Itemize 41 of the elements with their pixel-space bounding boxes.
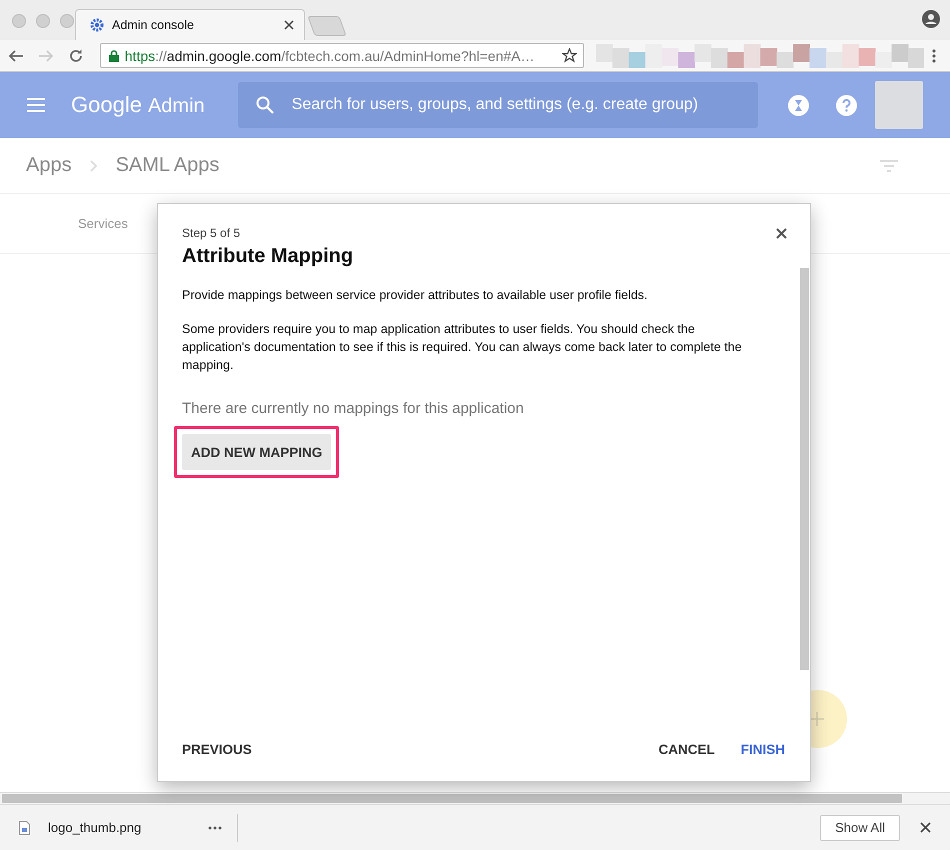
- description-text: Some providers require you to map application attributes to user fields. You should check the application's documentation to see if this is required. You can always come back later to complete the mapping.: [182, 321, 743, 374]
- chevron-icon: [90, 160, 98, 172]
- address-bar[interactable]: https://admin.google.com/fcbtech.com.au/AdminHome?hl=en#A…: [100, 43, 584, 68]
- window-zoom-button[interactable]: [60, 14, 74, 28]
- empty-state-message: There are currently no mappings for this application: [182, 400, 525, 418]
- close-icon[interactable]: [920, 822, 931, 833]
- reload-icon[interactable]: [68, 48, 84, 64]
- window-minimize-button[interactable]: [36, 14, 50, 28]
- filter-icon[interactable]: [880, 160, 898, 172]
- lock-icon: [108, 50, 119, 62]
- dialog-title: Attribute Mapping: [182, 245, 354, 268]
- hourglass-icon[interactable]: [788, 94, 809, 116]
- search-input[interactable]: Search for users, groups, and settings (e.g. create group): [290, 95, 758, 115]
- file-icon: [19, 820, 30, 834]
- more-icon[interactable]: [208, 826, 222, 830]
- show-all-button[interactable]: Show All: [820, 814, 900, 840]
- back-icon[interactable]: [8, 48, 24, 64]
- add-new-mapping-button[interactable]: ADD NEW MAPPING: [182, 434, 332, 470]
- scrollbar-thumb[interactable]: [2, 794, 902, 803]
- window-close-button[interactable]: [12, 14, 26, 28]
- star-icon[interactable]: [562, 48, 577, 63]
- help-icon[interactable]: [836, 94, 857, 116]
- extension-icons-drawing[interactable]: [596, 44, 924, 68]
- close-icon[interactable]: [776, 228, 787, 239]
- search-icon: [256, 96, 274, 114]
- step-indicator: Step 5 of 5: [182, 226, 240, 240]
- more-icon[interactable]: [932, 48, 936, 62]
- browser-tab[interactable]: Admin console: [75, 9, 305, 40]
- dialog-action-button[interactable]: FINISH: [740, 742, 785, 757]
- dialog-action-button[interactable]: PREVIOUS: [182, 742, 252, 757]
- scrollbar-thumb[interactable]: [800, 268, 809, 670]
- search-field[interactable]: Search for users, groups, and settings (e.g. create group): [238, 82, 758, 128]
- description-text: Provide mappings between service provider attributes to available user profile fields.: [182, 287, 649, 304]
- menu-icon[interactable]: [27, 98, 45, 112]
- download-filename[interactable]: logo_thumb.png: [48, 820, 208, 835]
- dialog-action-button[interactable]: CANCEL: [658, 742, 715, 757]
- profile-icon[interactable]: [922, 10, 940, 28]
- forward-icon[interactable]: [38, 48, 54, 64]
- close-icon[interactable]: [284, 20, 294, 30]
- gear-icon: [90, 18, 104, 32]
- new-tab-button[interactable]: [307, 16, 347, 36]
